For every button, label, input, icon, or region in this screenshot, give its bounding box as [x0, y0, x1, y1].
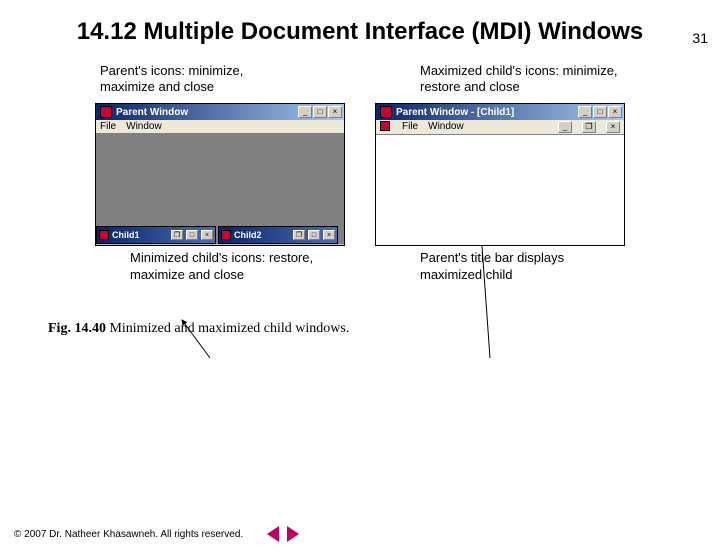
label-parent-icons: Parent's icons: minimize, maximize and c… — [100, 63, 300, 96]
parent-window-right: Parent Window - [Child1] _ □ × File Wind… — [375, 103, 625, 246]
parent-window-left: Parent Window _ □ × File Window Child1 ❐… — [95, 103, 345, 246]
section-heading: 14.12 Multiple Document Interface (MDI) … — [60, 18, 660, 47]
child-maximize-button[interactable]: □ — [308, 230, 320, 240]
menubar: File Window _ ❐ × — [376, 120, 624, 135]
figure-text: Minimized and maximized child windows. — [106, 321, 349, 336]
child-restore-button[interactable]: ❐ — [171, 230, 183, 240]
child-close-button[interactable]: × — [201, 230, 213, 240]
minimize-button[interactable]: _ — [298, 106, 312, 118]
child-minimize-button[interactable]: _ — [558, 121, 572, 133]
label-titlebar-child: Parent's title bar displays maximized ch… — [420, 250, 620, 283]
maximize-button[interactable]: □ — [593, 106, 607, 118]
close-button[interactable]: × — [328, 106, 342, 118]
minimized-child-2[interactable]: Child2 ❐ □ × — [218, 226, 338, 244]
titlebar-text: Parent Window - [Child1] — [396, 107, 574, 118]
maximize-button[interactable]: □ — [313, 106, 327, 118]
menu-window[interactable]: Window — [126, 121, 162, 132]
menu-window[interactable]: Window — [428, 121, 464, 133]
titlebar: Parent Window - [Child1] _ □ × — [376, 104, 624, 120]
child-title: Child2 — [234, 230, 290, 240]
child-icon — [221, 230, 231, 240]
child-restore-button[interactable]: ❐ — [582, 121, 596, 133]
mdi-client-area: Child1 ❐ □ × Child2 ❐ □ × — [96, 134, 344, 244]
titlebar-text: Parent Window — [116, 107, 294, 118]
child-close-button[interactable]: × — [606, 121, 620, 133]
copyright-text: © 2007 Dr. Natheer Khasawneh. All rights… — [14, 529, 243, 540]
menubar: File Window — [96, 120, 344, 134]
child-close-button[interactable]: × — [323, 230, 335, 240]
figure-caption: Fig. 14.40 Minimized and maximized child… — [0, 293, 720, 337]
label-maxchild-icons: Maximized child's icons: minimize, resto… — [420, 63, 620, 96]
app-icon — [380, 106, 392, 118]
titlebar: Parent Window _ □ × — [96, 104, 344, 120]
menu-file[interactable]: File — [100, 121, 116, 132]
label-minchild-icons: Minimized child's icons: restore, maximi… — [130, 250, 330, 283]
child-icon — [99, 230, 109, 240]
child-maximize-button[interactable]: □ — [186, 230, 198, 240]
minimize-button[interactable]: _ — [578, 106, 592, 118]
page-number: 31 — [692, 30, 708, 46]
mdi-client-area-maximized — [376, 135, 624, 245]
figure-number: Fig. 14.40 — [48, 321, 106, 336]
menu-file[interactable]: File — [402, 121, 418, 133]
child-restore-button[interactable]: ❐ — [293, 230, 305, 240]
maximized-child-icon[interactable] — [380, 121, 390, 131]
child-title: Child1 — [112, 230, 168, 240]
minimized-child-1[interactable]: Child1 ❐ □ × — [96, 226, 216, 244]
close-button[interactable]: × — [608, 106, 622, 118]
app-icon — [100, 106, 112, 118]
